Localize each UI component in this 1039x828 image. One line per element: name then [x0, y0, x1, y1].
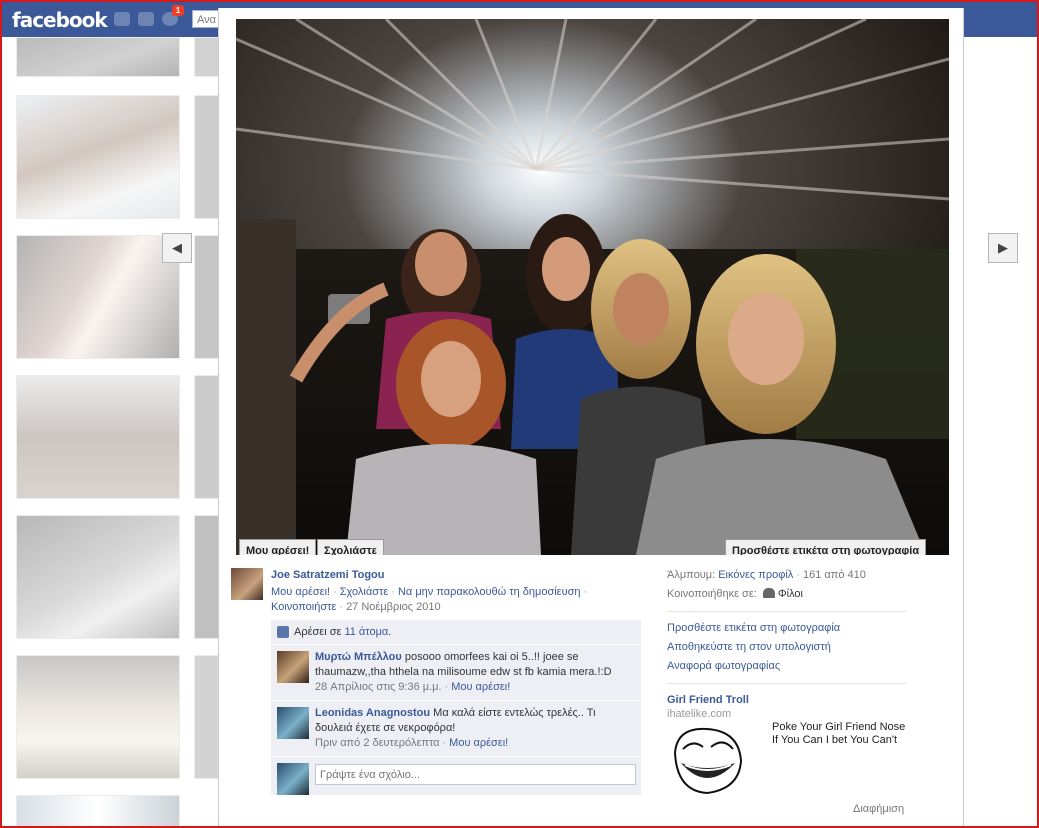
- arrow-right-icon: ▶: [998, 240, 1008, 255]
- comment-like-link[interactable]: Μου αρέσει!: [451, 681, 510, 693]
- commenter-avatar[interactable]: [277, 651, 309, 683]
- previous-photo-button[interactable]: ◀: [162, 233, 192, 263]
- like-link[interactable]: Μου αρέσει!: [271, 586, 330, 598]
- comment-author-link[interactable]: Μυρτώ Μπέλλου: [315, 651, 402, 663]
- likes-summary: Αρέσει σε 11 άτομα.: [271, 620, 641, 645]
- likes-count-link[interactable]: 11 άτομα: [344, 620, 388, 644]
- divider: [667, 683, 907, 684]
- ad-image[interactable]: [667, 723, 745, 795]
- likes-suffix: .: [388, 626, 392, 638]
- post-date: 27 Νοέμβριος 2010: [346, 601, 441, 613]
- album-info: Άλμπουμ: Εικόνες προφίλ · 161 από 410: [667, 569, 866, 581]
- post-actions: Μου αρέσει! · Σχολιάστε · Να μην παρακολουθώ…: [271, 586, 588, 613]
- comments-box: Αρέσει σε 11 άτομα. Μυρτώ Μπέλλου posooo…: [271, 620, 641, 795]
- commenter-avatar[interactable]: [277, 707, 309, 739]
- shared-value: Φίλοι: [777, 588, 803, 600]
- tag-photo-link[interactable]: Προσθέστε ετικέτα στη φωτογραφία: [667, 622, 840, 634]
- photo-comment-button[interactable]: Σχολιάστε: [317, 539, 384, 555]
- report-photo-link[interactable]: Αναφορά φωτογραφίας: [667, 660, 780, 672]
- ad-text[interactable]: Poke Your Girl Friend Nose If You Can I …: [772, 721, 912, 747]
- likes-prefix: Αρέσει σε: [294, 626, 342, 638]
- unfollow-post-link[interactable]: Να μην παρακολουθώ τη δημοσίευση: [398, 586, 581, 598]
- comment-item: Μυρτώ Μπέλλου posooo omorfees kai oi 5..…: [271, 645, 641, 701]
- shared-label: Κοινοποιήθηκε σε:: [667, 588, 757, 600]
- album-label: Άλμπουμ:: [667, 569, 716, 581]
- comment-like-link[interactable]: Μου αρέσει!: [449, 737, 508, 749]
- album-position: 161 από 410: [802, 569, 866, 581]
- photo-viewer: Μου αρέσει! Σχολιάστε Προσθέστε ετικέτα …: [218, 8, 964, 826]
- next-photo-button[interactable]: ▶: [988, 233, 1018, 263]
- divider: [667, 611, 907, 612]
- comment-input[interactable]: [315, 764, 636, 785]
- comment-link[interactable]: Σχολιάστε: [340, 586, 389, 598]
- privacy-info: Κοινοποιήθηκε σε: Φίλοι: [667, 587, 803, 602]
- arrow-left-icon: ◀: [172, 240, 182, 255]
- messages-icon[interactable]: [138, 12, 154, 26]
- ad-footer-link[interactable]: Διαφήμιση: [853, 803, 904, 815]
- write-comment-row: [271, 757, 641, 795]
- photo-like-button[interactable]: Μου αρέσει!: [239, 539, 317, 555]
- comment-time[interactable]: Πριν από 2 δευτερόλεπτα: [315, 737, 440, 749]
- download-photo-link[interactable]: Αποθηκεύστε τη στον υπολογιστή: [667, 641, 831, 653]
- owner-name-link[interactable]: Joe Satratzemi Togou: [271, 569, 384, 581]
- comment-time[interactable]: 28 Απρίλιος στις 9:36 μ.μ.: [315, 681, 442, 693]
- owner-avatar[interactable]: [231, 568, 263, 600]
- share-link[interactable]: Κοινοποιήστε: [271, 601, 336, 613]
- comment-author-link[interactable]: Leonidas Anagnostou: [315, 707, 430, 719]
- friend-requests-icon[interactable]: [114, 12, 130, 26]
- photo[interactable]: Μου αρέσει! Σχολιάστε Προσθέστε ετικέτα …: [236, 19, 949, 555]
- album-link[interactable]: Εικόνες προφίλ: [718, 569, 793, 581]
- ad-url: ihatelike.com: [667, 708, 732, 720]
- ad-title-link[interactable]: Girl Friend Troll: [667, 694, 749, 706]
- viewer-avatar: [277, 763, 309, 795]
- tag-photo-button[interactable]: Προσθέστε ετικέτα στη φωτογραφία: [725, 539, 927, 555]
- notification-badge: 1: [172, 5, 184, 16]
- comment-item: Leonidas Anagnostou Μα καλά είστε εντελώ…: [271, 701, 641, 757]
- thumbs-up-icon: [277, 626, 289, 638]
- friends-icon: [762, 588, 775, 598]
- photo-image: [236, 19, 949, 555]
- screen-frame: facebook 1 Ανα ◀ ▶ Μου αρέσει! Σχολιάστε…: [0, 0, 1039, 828]
- facebook-logo[interactable]: facebook: [12, 8, 108, 32]
